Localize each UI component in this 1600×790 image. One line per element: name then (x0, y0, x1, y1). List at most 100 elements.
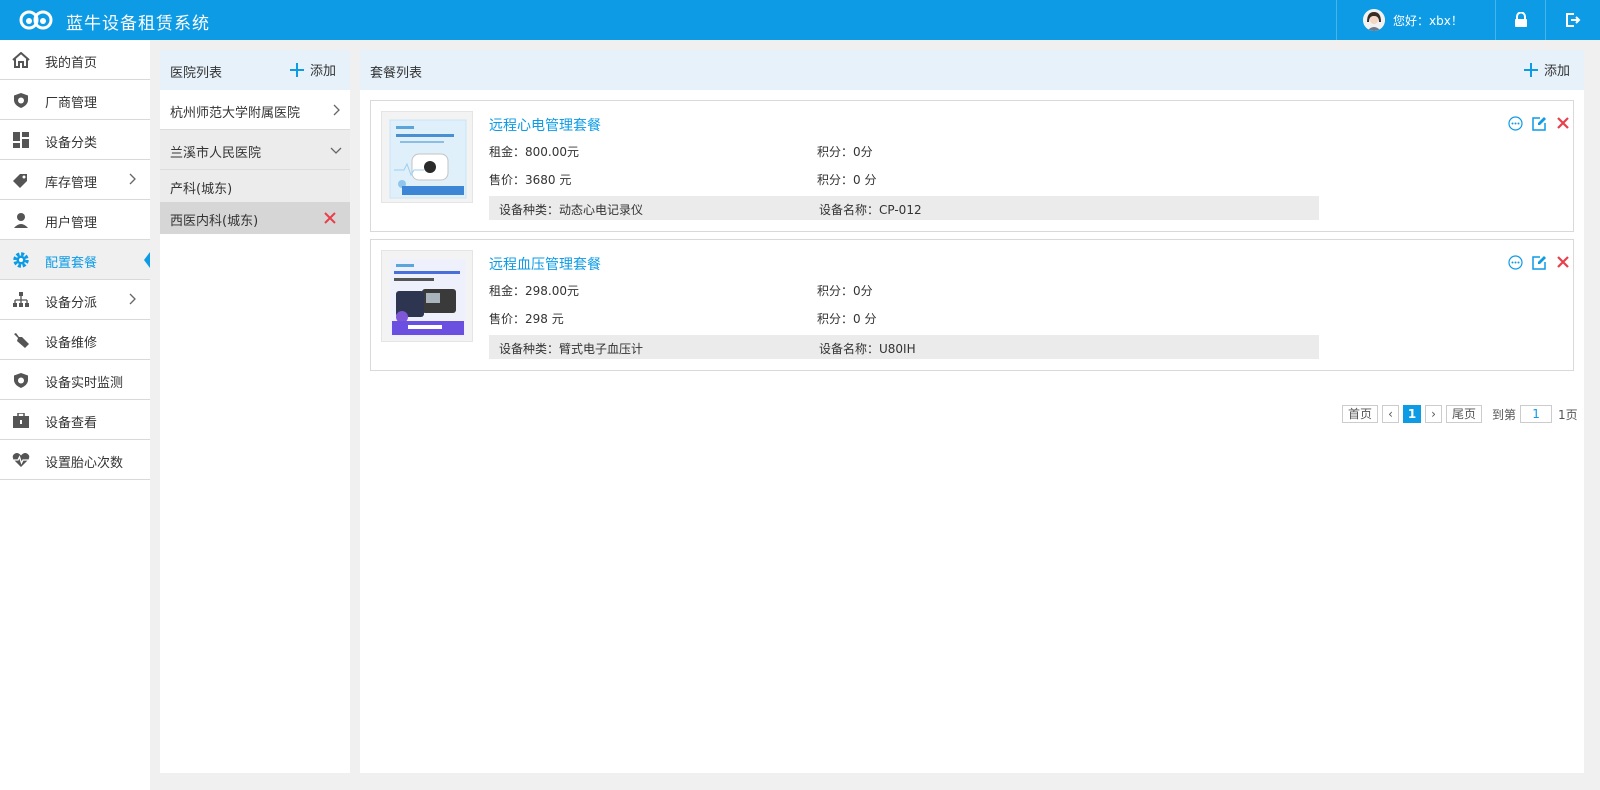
package-panel-title: 套餐列表 (370, 66, 423, 81)
sidebar-item-dispatch[interactable]: 设备分派 (0, 280, 150, 320)
chevron-right-icon (129, 173, 136, 185)
package-thumbnail[interactable] (381, 111, 473, 203)
add-label: 添加 (1544, 64, 1571, 79)
card-actions (1507, 254, 1571, 270)
hospital-panel-title: 医院列表 (170, 66, 223, 81)
rent-points-text: 积分：0分 (817, 284, 873, 298)
pagination: 首页 ‹ 1 › 尾页 到第 1页 (1342, 404, 1582, 424)
wrench-icon (12, 331, 30, 349)
next-page-button[interactable]: › (1425, 405, 1443, 423)
sidebar-item-label: 库存管理 (45, 176, 98, 191)
price-points-text: 积分：0 分 (817, 312, 877, 326)
department-name: 西医内科(城东) (170, 214, 259, 229)
total-pages-text: 1页 (1558, 407, 1578, 422)
goto-label: 到第 (1492, 407, 1517, 422)
lock-icon (1514, 12, 1527, 27)
prev-page-button[interactable]: ‹ (1382, 405, 1400, 423)
device-name-text: 设备名称：CP-012 (819, 203, 922, 217)
package-name-link[interactable]: 远程心电管理套餐 (489, 115, 601, 135)
package-thumbnail[interactable] (381, 250, 473, 342)
active-indicator (144, 252, 150, 268)
sidebar-item-vendors[interactable]: 厂商管理 (0, 80, 150, 120)
plus-icon (290, 62, 304, 77)
package-panel: 套餐列表 添加 远程心电管理套餐 租金：800.00元 积分：0分 售价：368… (360, 50, 1584, 773)
last-page-button[interactable]: 尾页 (1446, 405, 1483, 423)
app-title: 蓝牛设备租赁系统 (66, 14, 210, 34)
chevron-down-icon (330, 147, 342, 154)
sidebar-item-label: 设备分派 (45, 296, 98, 311)
sidebar-item-home[interactable]: 我的首页 (0, 40, 150, 80)
avatar (1363, 9, 1385, 31)
plus-icon (1524, 62, 1538, 77)
device-name-text: 设备名称：U80IH (819, 342, 916, 356)
lock-button[interactable] (1496, 0, 1546, 40)
add-package-button[interactable]: 添加 (1524, 60, 1570, 79)
delete-icon[interactable] (1555, 115, 1571, 131)
page-number-input[interactable] (1520, 405, 1553, 423)
sidebar-item-repair[interactable]: 设备维修 (0, 320, 150, 360)
heartbeat-icon (12, 451, 30, 469)
delete-icon[interactable] (1555, 254, 1571, 270)
edit-icon[interactable] (1531, 254, 1547, 270)
sidebar-item-categories[interactable]: 设备分类 (0, 120, 150, 160)
toolbox-icon (12, 411, 30, 429)
rent-text: 租金：298.00元 (489, 284, 579, 298)
sidebar-item-inventory[interactable]: 库存管理 (0, 160, 150, 200)
rent-points-text: 积分：0分 (817, 145, 873, 159)
add-hospital-button[interactable]: 添加 (290, 60, 336, 79)
logout-button[interactable] (1546, 0, 1600, 40)
delete-department-icon[interactable] (323, 211, 337, 225)
hospital-panel: 医院列表 添加 杭州师范大学附属医院 兰溪市人民医院 产科(城东) 西医内科(城… (160, 50, 350, 773)
card-actions (1507, 115, 1571, 131)
edit-icon[interactable] (1531, 115, 1547, 131)
sidebar-item-label: 用户管理 (45, 216, 98, 231)
sidebar-item-label: 设备查看 (45, 416, 98, 431)
sidebar-item-label: 设置胎心次数 (45, 456, 124, 471)
chevron-right-icon (333, 104, 340, 116)
logout-icon (1566, 13, 1581, 27)
sidebar-item-label: 设备实时监测 (45, 376, 124, 391)
device-type-text: 设备种类：臂式电子血压计 (499, 342, 644, 356)
sidebar-item-monitor[interactable]: 设备实时监测 (0, 360, 150, 400)
package-card: 远程血压管理套餐 租金：298.00元 积分：0分 售价：298 元 积分：0 … (370, 239, 1574, 371)
chevron-right-icon (129, 293, 136, 305)
hospital-item[interactable]: 兰溪市人民医院 (160, 130, 350, 170)
department-list: 产科(城东) 西医内科(城东) (160, 170, 350, 234)
device-info-strip: 设备种类：动态心电记录仪 设备名称：CP-012 (489, 196, 1319, 220)
add-label: 添加 (310, 64, 337, 79)
sidebar-item-view[interactable]: 设备查看 (0, 400, 150, 440)
sidebar-item-label: 设备维修 (45, 336, 98, 351)
sidebar-item-label: 我的首页 (45, 56, 98, 71)
sidebar-item-packages[interactable]: 配置套餐 (0, 240, 150, 280)
top-header: 蓝牛设备租赁系统 您好：xbx！ (0, 0, 1600, 40)
package-card: 远程心电管理套餐 租金：800.00元 积分：0分 售价：3680 元 积分：0… (370, 100, 1574, 232)
logo-icon (19, 10, 53, 30)
sidebar-item-label: 配置套餐 (45, 256, 98, 271)
device-type-text: 设备种类：动态心电记录仪 (499, 203, 644, 217)
hospital-name: 杭州师范大学附属医院 (170, 106, 301, 121)
home-icon (12, 51, 30, 69)
grid-icon (12, 131, 30, 149)
department-name: 产科(城东) (170, 182, 233, 197)
package-panel-header: 套餐列表 添加 (360, 50, 1584, 90)
device-info-strip: 设备种类：臂式电子血压计 设备名称：U80IH (489, 335, 1319, 359)
first-page-button[interactable]: 首页 (1342, 405, 1379, 423)
sidebar-item-fetal-heart[interactable]: 设置胎心次数 (0, 440, 150, 480)
sidebar-item-users[interactable]: 用户管理 (0, 200, 150, 240)
sidebar-item-label: 设备分类 (45, 136, 98, 151)
package-name-link[interactable]: 远程血压管理套餐 (489, 254, 601, 274)
department-item[interactable]: 产科(城东) (160, 170, 350, 202)
price-text: 售价：298 元 (489, 312, 564, 326)
user-menu[interactable]: 您好：xbx！ (1336, 0, 1496, 40)
sidebar: 我的首页 厂商管理 设备分类 库存管理 用户管理 配置套餐 设备分派 设备维修 … (0, 40, 150, 790)
hospital-panel-header: 医院列表 添加 (160, 50, 350, 90)
org-chart-icon (12, 291, 30, 309)
more-icon[interactable] (1507, 115, 1523, 131)
department-item[interactable]: 西医内科(城东) (160, 202, 350, 234)
more-icon[interactable] (1507, 254, 1523, 270)
current-page[interactable]: 1 (1403, 405, 1422, 423)
sidebar-item-label: 厂商管理 (45, 96, 98, 111)
greeting-text: 您好：xbx！ (1393, 14, 1463, 28)
hospital-item[interactable]: 杭州师范大学附属医院 (160, 90, 350, 130)
rent-text: 租金：800.00元 (489, 145, 579, 159)
